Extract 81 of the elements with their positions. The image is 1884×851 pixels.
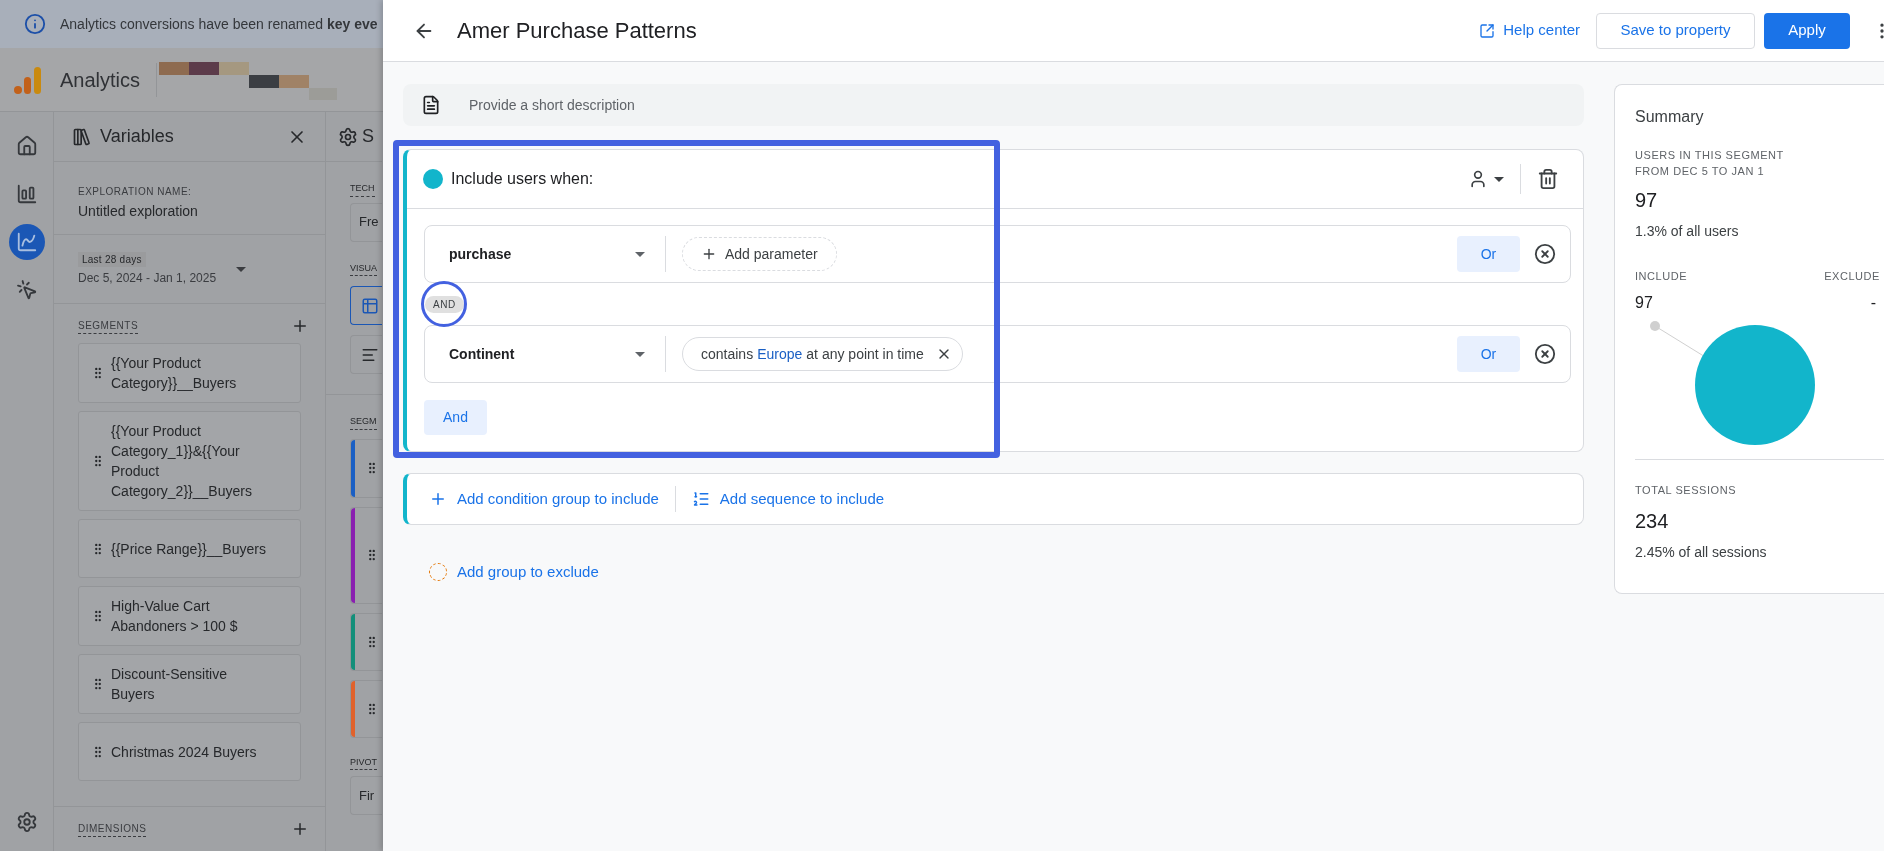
metric-share: 2.45% of all sessions xyxy=(1635,543,1768,562)
add-exclude-link[interactable]: Add group to exclude xyxy=(429,561,599,584)
or-button[interactable]: Or xyxy=(1457,336,1520,372)
chart-line-icon xyxy=(15,231,38,253)
segment-slot[interactable] xyxy=(350,506,382,604)
bar-chart-logo-icon xyxy=(14,64,42,95)
panel-title: S xyxy=(362,125,374,148)
segment-item[interactable]: Discount-Sensitive Buyers xyxy=(78,654,301,714)
caret-icon xyxy=(1494,176,1504,182)
segment-item[interactable]: {{Your Product Category_1}}&{{Your Product Category_2}}__Buyers xyxy=(78,411,301,511)
date-range-label: Last 28 days xyxy=(78,251,146,267)
segment-item[interactable]: {{Price Range}}__Buyers xyxy=(78,519,301,578)
metric-label: TOTAL SESSIONS xyxy=(1635,482,1738,498)
group-heading: Include users when: xyxy=(451,169,594,189)
home-icon xyxy=(15,135,38,157)
metric-value: 97 xyxy=(1635,188,1659,213)
segment-item[interactable]: Christmas 2024 Buyers xyxy=(78,722,301,781)
section-heading: DIMENSIONS xyxy=(78,821,147,837)
include-label: INCLUDE xyxy=(1635,269,1688,284)
visualization-option[interactable] xyxy=(350,335,382,374)
date-range: Dec 5, 2024 - Jan 1, 2025 xyxy=(78,269,217,287)
nav-item[interactable] xyxy=(8,224,45,260)
add-icon[interactable] xyxy=(291,820,309,838)
metric-label: FROM DEC 5 TO JAN 1 xyxy=(1635,164,1766,179)
dimension-dropdown[interactable]: purchase xyxy=(425,243,665,265)
section-heading: PIVOT xyxy=(350,755,377,770)
caret-icon xyxy=(635,251,645,257)
app-name: Analytics xyxy=(60,67,141,93)
caret-icon xyxy=(635,351,645,357)
metric-value: 234 xyxy=(1635,509,1670,534)
segment-item[interactable]: High-Value Cart Abandoners > 100 $ xyxy=(78,586,301,646)
info-icon xyxy=(24,13,46,35)
caret-icon xyxy=(236,266,247,272)
section-heading: SEGMENTS xyxy=(78,318,139,334)
document-icon xyxy=(421,95,441,115)
remove-condition-icon[interactable] xyxy=(1534,343,1556,365)
save-button[interactable]: Save to property xyxy=(1596,12,1755,49)
apply-button[interactable]: Apply xyxy=(1764,12,1850,49)
visualization-option[interactable] xyxy=(350,286,382,325)
technique-field[interactable]: Fre xyxy=(350,202,382,242)
or-button[interactable]: Or xyxy=(1457,236,1520,272)
list-icon xyxy=(691,490,710,508)
add-sequence-link[interactable]: Add sequence to include xyxy=(691,487,885,511)
settings-icon[interactable] xyxy=(15,811,38,833)
include-value: 97 xyxy=(1635,292,1653,313)
pivot-field[interactable]: Fir xyxy=(350,776,382,815)
and-button[interactable]: And xyxy=(424,400,487,435)
section-heading: TECH xyxy=(350,182,375,197)
exploration-name[interactable]: Untitled exploration xyxy=(78,201,301,222)
help-link[interactable]: Help center xyxy=(1479,19,1580,42)
section-heading: VISUA xyxy=(350,261,377,276)
metric-label: USERS IN THIS SEGMENT xyxy=(1635,148,1785,163)
panel-title: Variables xyxy=(100,125,174,148)
description-field[interactable]: Provide a short description xyxy=(403,84,1584,126)
plus-icon xyxy=(701,246,717,262)
plus-icon xyxy=(429,490,447,508)
exclude-value: - xyxy=(1870,292,1876,313)
cursor-click-icon xyxy=(15,279,38,301)
exclude-label: EXCLUDE xyxy=(1824,269,1880,284)
delete-icon[interactable] xyxy=(1537,168,1559,190)
add-icon[interactable] xyxy=(291,317,309,335)
highlight-ring xyxy=(421,281,467,327)
table-icon xyxy=(361,296,379,315)
remove-condition-icon[interactable] xyxy=(1534,243,1556,265)
metric-share: 1.3% of all users xyxy=(1635,222,1740,241)
date-range-picker[interactable]: Last 28 days Dec 5, 2024 - Jan 1, 2025 xyxy=(54,235,325,304)
dimension-dropdown[interactable]: Continent xyxy=(425,343,665,365)
editor-title: Amer Purchase Patterns xyxy=(457,17,697,45)
banner-text: Analytics conversions have been renamed key eve xyxy=(60,14,378,34)
section-heading: SEGM xyxy=(350,415,377,430)
person-icon xyxy=(1468,169,1488,189)
bar-chart-icon xyxy=(15,183,38,205)
external-link-icon xyxy=(1479,22,1496,39)
gear-icon xyxy=(338,126,358,147)
add-condition-group-link[interactable]: Add condition group to include xyxy=(429,487,659,511)
segment-item[interactable]: {{Your Product Category}}__Buyers xyxy=(78,343,301,403)
field-label: EXPLORATION NAME: xyxy=(78,185,193,199)
joiner-label: AND xyxy=(425,295,464,313)
summary-title: Summary xyxy=(1635,107,1705,127)
scope-dropdown[interactable] xyxy=(1468,169,1504,189)
library-icon xyxy=(72,126,92,147)
